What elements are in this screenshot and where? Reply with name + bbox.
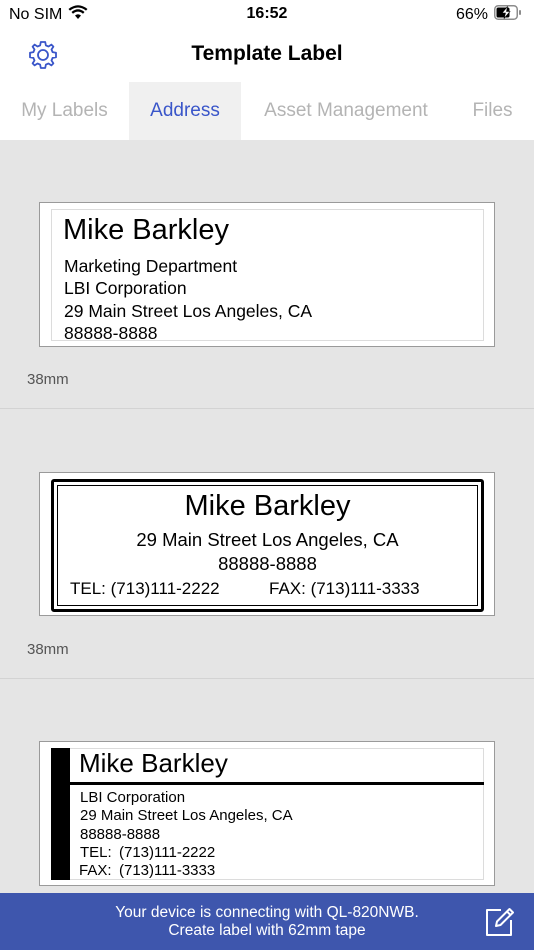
label-name: Mike Barkley: [79, 748, 228, 778]
divider: [0, 408, 534, 409]
label-inner-border: Mike Barkley 29 Main Street Los Angeles,…: [57, 485, 478, 606]
connection-message: Your device is connecting with QL-820NWB…: [0, 904, 534, 940]
label-department: Marketing Department: [64, 256, 238, 276]
label-company: LBI Corporation: [80, 789, 186, 806]
label-preview-1: Mike Barkley Marketing Department LBI Co…: [51, 209, 484, 343]
label-zip: 88888-8888: [218, 553, 317, 574]
label-zip: 88888-8888: [80, 826, 161, 843]
label-address: 29 Main Street Los Angeles, CA: [136, 529, 399, 550]
label-fax: FAX: (713)111-3333: [269, 579, 420, 598]
label-address: 29 Main Street Los Angeles, CA: [80, 807, 293, 824]
label-rule: [70, 782, 484, 785]
template-size-1: 38mm: [27, 371, 69, 388]
status-bar: No SIM 16:52 66%: [0, 0, 534, 28]
label-name: Mike Barkley: [184, 490, 351, 522]
tab-files[interactable]: Files: [451, 82, 534, 140]
label-company: LBI Corporation: [64, 278, 187, 298]
template-card-1[interactable]: Mike Barkley Marketing Department LBI Co…: [39, 202, 495, 347]
divider: [0, 678, 534, 679]
label-preview-2: Mike Barkley 29 Main Street Los Angeles,…: [51, 479, 484, 612]
label-address: 29 Main Street Los Angeles, CA: [64, 301, 313, 321]
label-name: Mike Barkley: [63, 214, 229, 246]
connection-banner: Your device is connecting with QL-820NWB…: [0, 893, 534, 950]
status-right: 66%: [456, 5, 522, 25]
battery-charging-icon: [494, 5, 522, 25]
template-size-2: 38mm: [27, 641, 69, 658]
nav-bar: Template Label: [0, 28, 534, 82]
template-list[interactable]: Mike Barkley Marketing Department LBI Co…: [0, 140, 534, 893]
tab-asset-management[interactable]: Asset Management: [241, 82, 451, 140]
connection-line-2: Create label with 62mm tape: [168, 922, 366, 939]
label-zip: 88888-8888: [64, 323, 158, 343]
edit-icon: [486, 908, 514, 936]
template-card-3[interactable]: Mike Barkley LBI Corporation 29 Main Str…: [39, 741, 495, 886]
tab-my-labels[interactable]: My Labels: [0, 82, 129, 140]
template-card-2[interactable]: Mike Barkley 29 Main Street Los Angeles,…: [39, 472, 495, 616]
label-fax: (713)111-3333: [119, 862, 216, 879]
connection-line-1: Your device is connecting with QL-820NWB…: [115, 904, 419, 921]
label-tel: TEL: (713)111-2222: [70, 579, 220, 598]
page-title: Template Label: [191, 42, 343, 65]
label-tel-label: TEL:: [80, 844, 112, 861]
label-side-bar: [51, 748, 70, 880]
status-time: 16:52: [246, 5, 288, 22]
tab-address[interactable]: Address: [129, 82, 241, 140]
label-fax-label: FAX:: [79, 862, 112, 879]
tab-bar: My Labels Address Asset Management Files: [0, 82, 534, 140]
edit-button[interactable]: [482, 905, 516, 939]
battery-percent: 66%: [455, 6, 488, 23]
label-tel: (713)111-2222: [119, 844, 216, 861]
